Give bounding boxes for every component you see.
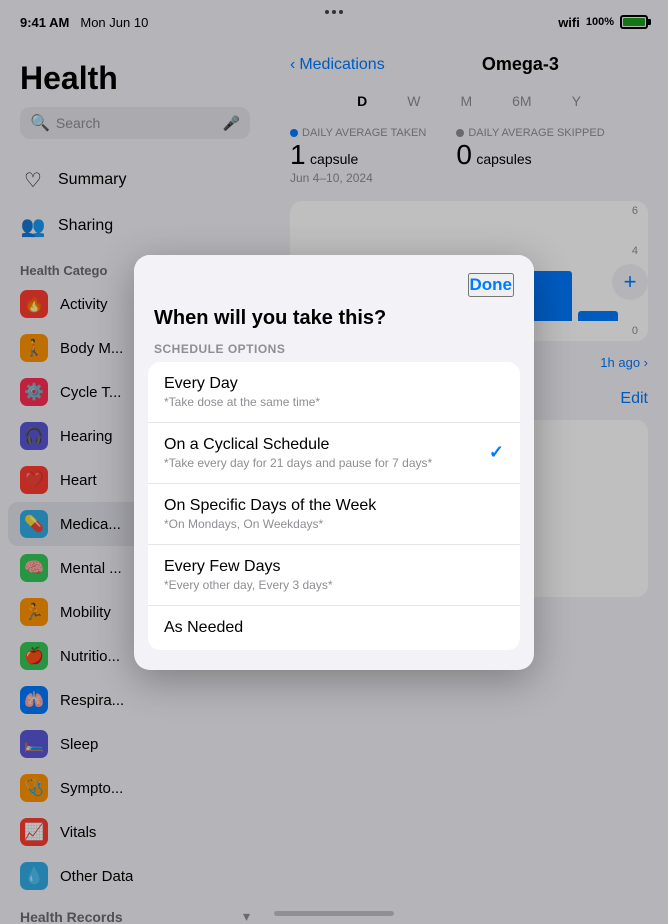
option-every-few-days-subtitle: *Every other day, Every 3 days* bbox=[164, 578, 333, 592]
option-every-few-days[interactable]: Every Few Days *Every other day, Every 3… bbox=[148, 545, 520, 606]
option-every-day[interactable]: Every Day *Take dose at the same time* bbox=[148, 362, 520, 423]
top-notch bbox=[325, 10, 343, 14]
option-specific-days[interactable]: On Specific Days of the Week *On Mondays… bbox=[148, 484, 520, 545]
modal-section-label: SCHEDULE OPTIONS bbox=[134, 336, 534, 362]
option-cyclical[interactable]: On a Cyclical Schedule *Take every day f… bbox=[148, 423, 520, 484]
option-every-day-title: Every Day bbox=[164, 375, 320, 393]
check-icon: ✓ bbox=[489, 442, 504, 463]
option-every-day-subtitle: *Take dose at the same time* bbox=[164, 395, 320, 409]
modal-done-button[interactable]: Done bbox=[468, 273, 515, 297]
modal-question: When will you take this? bbox=[134, 307, 534, 336]
option-as-needed[interactable]: As Needed bbox=[148, 606, 520, 650]
modal-options-list: Every Day *Take dose at the same time* O… bbox=[148, 362, 520, 650]
option-specific-days-title: On Specific Days of the Week bbox=[164, 497, 376, 515]
option-specific-days-subtitle: *On Mondays, On Weekdays* bbox=[164, 517, 376, 531]
option-every-few-days-title: Every Few Days bbox=[164, 558, 333, 576]
schedule-modal: Done When will you take this? SCHEDULE O… bbox=[134, 255, 534, 670]
option-as-needed-title: As Needed bbox=[164, 619, 243, 637]
modal-header: Done bbox=[134, 255, 534, 307]
option-cyclical-subtitle: *Take every day for 21 days and pause fo… bbox=[164, 456, 432, 470]
modal-overlay[interactable]: Done When will you take this? SCHEDULE O… bbox=[0, 0, 668, 924]
home-indicator bbox=[274, 911, 394, 916]
option-cyclical-title: On a Cyclical Schedule bbox=[164, 436, 432, 454]
